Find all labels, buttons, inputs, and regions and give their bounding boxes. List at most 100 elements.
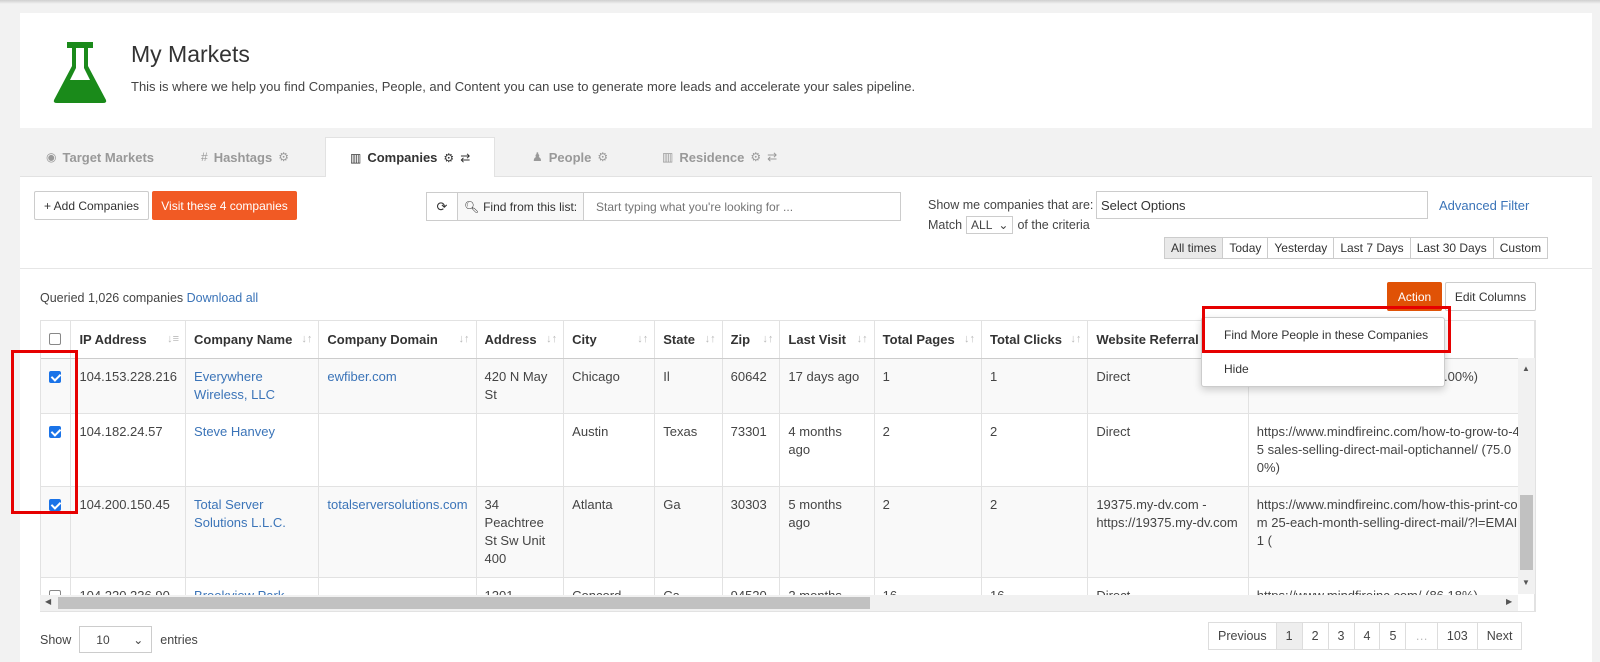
refresh-icon[interactable]: ⟳	[427, 193, 458, 220]
cell-address: 34 Peachtree St Sw Unit 400	[476, 486, 565, 578]
cell-last-visit: 17 days ago	[779, 358, 875, 414]
tab-residence[interactable]: ▥ Residence ⚙ ⇄	[662, 137, 777, 177]
col-ip[interactable]: IP Address ↓≡	[70, 321, 187, 359]
cell-state: Il	[654, 358, 723, 414]
company-link[interactable]: Steve Hanvey	[194, 424, 275, 439]
col-last-visit[interactable]: Last Visit ↓↑	[779, 321, 875, 359]
cell-clicks: 2	[981, 486, 1089, 578]
sort-icon: ↓↑	[762, 333, 774, 345]
gear-icon[interactable]: ⚙	[278, 150, 289, 164]
time-range-yesterday[interactable]: Yesterday	[1267, 238, 1333, 258]
search-input[interactable]	[584, 193, 900, 220]
company-link[interactable]: Total Server Solutions L.L.C.	[194, 497, 286, 530]
page-size-value: 10	[96, 632, 110, 647]
gear-icon[interactable]: ⚙	[597, 150, 608, 164]
time-range-custom[interactable]: Custom	[1492, 238, 1547, 258]
select-all-checkbox[interactable]	[49, 333, 61, 346]
sort-icon: ↓↑	[856, 333, 868, 345]
domain-link[interactable]: ewfiber.com	[327, 369, 396, 384]
cell-pages: 1	[874, 358, 982, 414]
cell-zip: 60642	[722, 358, 781, 414]
hide-item[interactable]: Hide	[1202, 362, 1444, 376]
col-state[interactable]: State ↓↑	[654, 321, 723, 359]
tab-label: Companies	[367, 150, 438, 165]
hash-icon: #	[201, 150, 208, 164]
chevron-down-icon: ⌄	[998, 218, 1009, 232]
tab-target-markets[interactable]: ◉ Target Markets	[46, 137, 154, 177]
highlight-box-dropdown	[1202, 306, 1451, 353]
col-zip[interactable]: Zip ↓↑	[722, 321, 781, 359]
cell-state: Texas	[654, 413, 723, 487]
scroll-down-icon[interactable]: ▼	[1522, 578, 1530, 587]
match-criteria: Match ALL ⌄ of the criteria	[928, 216, 1090, 234]
cell-ip: 104.153.228.216	[70, 358, 187, 414]
time-range-all[interactable]: All times	[1165, 238, 1223, 258]
page-5-button[interactable]: 5	[1379, 623, 1405, 649]
time-range-7days[interactable]: Last 7 Days	[1333, 238, 1409, 258]
time-range-today[interactable]: Today	[1222, 238, 1267, 258]
scroll-thumb[interactable]	[1520, 495, 1533, 570]
scroll-thumb[interactable]	[58, 597, 870, 609]
horizontal-scrollbar[interactable]: ◀ ▶	[40, 595, 1518, 611]
add-companies-button[interactable]: + Add Companies	[34, 191, 149, 220]
page-3-button[interactable]: 3	[1327, 623, 1354, 649]
edit-columns-button[interactable]: Edit Columns	[1445, 282, 1536, 311]
col-total-clicks[interactable]: Total Clicks ↓↑	[981, 321, 1089, 359]
tab-hashtags[interactable]: # Hashtags ⚙	[201, 137, 289, 177]
cell-extra: https://www.mindfireinc.com/how-to-grow-…	[1248, 413, 1535, 487]
cell-last-visit: 4 months ago	[779, 413, 875, 487]
tab-bar: ◉ Target Markets # Hashtags ⚙ ▥ Companie…	[20, 137, 1592, 178]
sync-icon[interactable]: ⇄	[767, 150, 777, 164]
match-suffix: of the criteria	[1017, 218, 1090, 232]
cell-address	[476, 413, 565, 487]
sync-icon[interactable]: ⇄	[460, 151, 470, 165]
domain-link[interactable]: totalserversolutions.com	[327, 497, 467, 512]
page-1-button[interactable]: 1	[1275, 623, 1302, 649]
filter-select[interactable]: Select Options	[1096, 191, 1428, 219]
col-domain[interactable]: Company Domain ↓↑	[318, 321, 477, 359]
sort-desc-icon: ↓≡	[167, 333, 180, 345]
time-range-30days[interactable]: Last 30 Days	[1409, 238, 1493, 258]
scroll-up-icon[interactable]: ▲	[1522, 364, 1530, 373]
match-label: Match	[928, 218, 963, 232]
person-icon: ♟	[532, 150, 543, 164]
gear-icon[interactable]: ⚙	[443, 151, 454, 165]
gear-icon[interactable]: ⚙	[750, 150, 761, 164]
cell-ip: 104.182.24.57	[70, 413, 187, 487]
page-103-button[interactable]: 103	[1436, 623, 1477, 649]
sort-icon: ↓↑	[546, 333, 558, 345]
cell-referral: 19375.my-dv.com - https://19375.my-dv.co…	[1087, 486, 1249, 578]
sort-icon: ↓↑	[1070, 333, 1082, 345]
match-select[interactable]: ALL ⌄	[966, 216, 1014, 234]
cell-address: 420 N May St	[476, 358, 565, 414]
search-icon: 🔍︎	[463, 199, 480, 214]
page-4-button[interactable]: 4	[1353, 623, 1380, 649]
cell-zip: 30303	[722, 486, 781, 578]
col-total-pages[interactable]: Total Pages ↓↑	[874, 321, 982, 359]
tab-companies[interactable]: ▥ Companies ⚙ ⇄	[325, 137, 496, 178]
table-row: 104.200.150.45 Total Server Solutions L.…	[41, 486, 1535, 578]
col-address[interactable]: Address ↓↑	[476, 321, 565, 359]
cell-zip: 73301	[722, 413, 781, 487]
download-all-link[interactable]: Download all	[187, 291, 259, 305]
cell-state: Ga	[654, 486, 723, 578]
previous-page-button[interactable]: Previous	[1209, 623, 1276, 649]
next-page-button[interactable]: Next	[1476, 623, 1522, 649]
page-2-button[interactable]: 2	[1301, 623, 1328, 649]
page-size-select[interactable]: 10 ⌄	[79, 626, 153, 653]
cell-clicks: 2	[981, 413, 1089, 487]
highlight-box-checkboxes	[11, 350, 78, 514]
chevron-down-icon: ⌄	[133, 632, 144, 647]
tab-people[interactable]: ♟ People ⚙	[532, 137, 608, 177]
cell-last-visit: 5 months ago	[779, 486, 875, 578]
scroll-right-icon[interactable]: ▶	[1506, 597, 1512, 606]
scroll-left-icon[interactable]: ◀	[45, 597, 51, 606]
advanced-filter-link[interactable]: Advanced Filter	[1439, 198, 1529, 213]
visit-companies-button[interactable]: Visit these 4 companies	[152, 191, 297, 220]
vertical-scrollbar[interactable]: ▲ ▼	[1518, 358, 1535, 594]
tab-label: Target Markets	[62, 149, 154, 165]
col-city[interactable]: City ↓↑	[563, 321, 656, 359]
show-label: Show	[40, 632, 72, 647]
company-link[interactable]: Everywhere Wireless, LLC	[194, 369, 275, 402]
col-company[interactable]: Company Name ↓↑	[185, 321, 320, 359]
